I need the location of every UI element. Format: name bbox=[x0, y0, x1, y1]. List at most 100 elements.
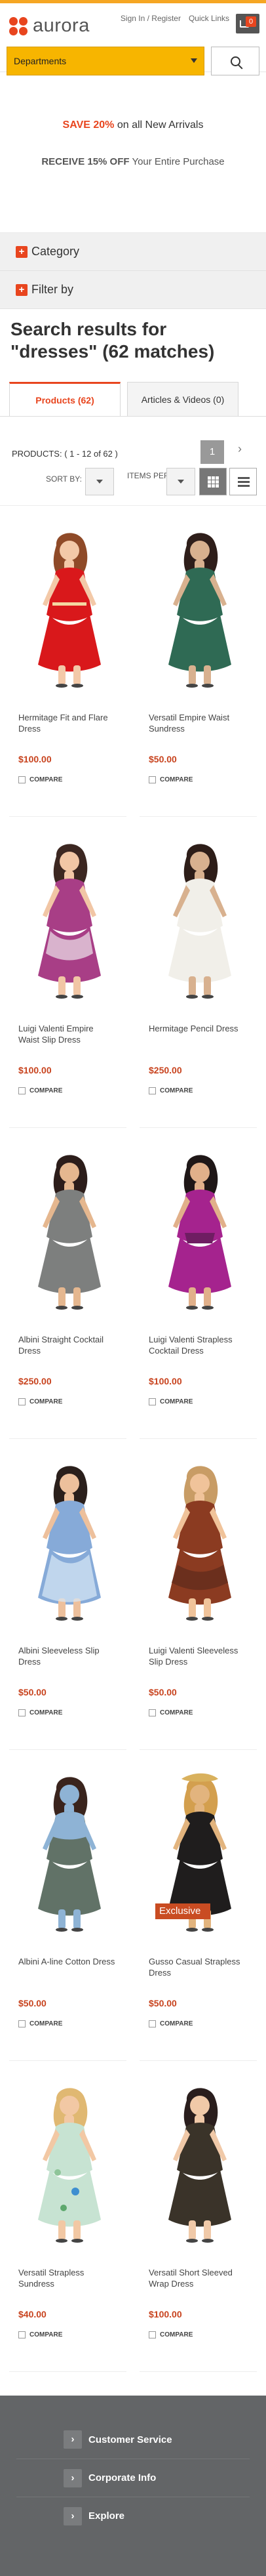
compare-checkbox[interactable]: COMPARE bbox=[18, 2020, 62, 2027]
category-filter-toggle[interactable]: + Category bbox=[0, 233, 266, 271]
product-card[interactable]: Versatil Short Sleeved Wrap Dress $100.00… bbox=[140, 2061, 257, 2372]
product-card[interactable]: Hermitage Pencil Dress $250.00 COMPARE bbox=[140, 817, 257, 1128]
product-name-link[interactable]: Versatil Empire Waist Sundress bbox=[149, 712, 247, 734]
product-name-link[interactable]: Versatil Short Sleeved Wrap Dress bbox=[149, 2267, 247, 2289]
checkbox-icon[interactable] bbox=[18, 2331, 26, 2338]
checkbox-icon[interactable] bbox=[149, 2020, 156, 2027]
product-name-link[interactable]: Versatil Strapless Sundress bbox=[18, 2267, 117, 2289]
checkbox-icon[interactable] bbox=[149, 1709, 156, 1716]
checkbox-icon[interactable] bbox=[18, 1709, 26, 1716]
product-image[interactable] bbox=[25, 2083, 114, 2243]
checkbox-icon[interactable] bbox=[149, 776, 156, 783]
product-model-image bbox=[168, 533, 231, 688]
product-card[interactable]: Luigi Valenti Strapless Cocktail Dress $1… bbox=[140, 1128, 257, 1439]
promo-entire-purchase[interactable]: RECEIVE 15% OFF Your Entire Purchase bbox=[0, 155, 266, 169]
footer-customer-service[interactable]: › Customer Service bbox=[16, 2420, 250, 2459]
compare-checkbox[interactable]: COMPARE bbox=[149, 1398, 193, 1405]
product-image[interactable] bbox=[155, 1461, 244, 1621]
plus-icon: + bbox=[16, 283, 28, 296]
tab-products[interactable]: Products (62) bbox=[9, 382, 121, 416]
footer-corporate-info-label: Corporate Info bbox=[88, 2472, 157, 2483]
items-per-page-select[interactable] bbox=[166, 468, 195, 495]
search-results-title: Search results for "dresses" (62 matches… bbox=[10, 319, 215, 362]
product-name-link[interactable]: Albini A-line Cotton Dress bbox=[18, 1956, 117, 1967]
product-name-link[interactable]: Luigi Valenti Empire Waist Slip Dress bbox=[18, 1023, 117, 1045]
product-model-image bbox=[168, 1155, 231, 1310]
product-name-link[interactable]: Luigi Valenti Strapless Cocktail Dress bbox=[149, 1334, 247, 1356]
product-image[interactable] bbox=[25, 1772, 114, 1932]
checkbox-icon[interactable] bbox=[149, 1398, 156, 1405]
sort-by-select[interactable] bbox=[85, 468, 114, 495]
product-image[interactable] bbox=[25, 839, 114, 999]
checkbox-icon[interactable] bbox=[18, 776, 26, 783]
product-grid: Hermitage Fit and Flare Dress $100.00 COMP… bbox=[0, 506, 266, 2372]
exclusive-badge: Exclusive bbox=[155, 1903, 210, 1919]
chevron-right-icon: › bbox=[64, 2430, 82, 2449]
plus-icon: + bbox=[16, 245, 28, 258]
promo-new-arrivals[interactable]: SAVE 20% on all New Arrivals bbox=[0, 118, 266, 133]
compare-checkbox[interactable]: COMPARE bbox=[18, 776, 62, 783]
chevron-right-icon: › bbox=[64, 2468, 82, 2487]
departments-dropdown[interactable]: Departments bbox=[7, 47, 204, 75]
compare-checkbox[interactable]: COMPARE bbox=[18, 1709, 62, 1716]
list-view-button[interactable] bbox=[229, 468, 257, 495]
tab-articles-videos[interactable]: Articles & Videos (0) bbox=[127, 382, 238, 416]
current-page-button[interactable]: 1 bbox=[200, 440, 224, 464]
results-toolbar: PRODUCTS: ( 1 - 12 of 62 ) 1 › SORT BY: … bbox=[0, 417, 266, 506]
compare-label: COMPARE bbox=[160, 2331, 193, 2338]
checkbox-icon[interactable] bbox=[149, 2331, 156, 2338]
chevron-right-icon[interactable]: › bbox=[238, 442, 242, 456]
product-name-link[interactable]: Hermitage Fit and Flare Dress bbox=[18, 712, 117, 734]
results-tabs: Products (62) Articles & Videos (0) bbox=[0, 363, 266, 417]
product-price: $50.00 bbox=[18, 1687, 47, 1697]
compare-label: COMPARE bbox=[160, 1398, 193, 1405]
product-card[interactable]: Versatil Empire Waist Sundress $50.00 COMP… bbox=[140, 506, 257, 817]
site-logo[interactable]: aurora bbox=[9, 15, 90, 37]
product-model-image bbox=[38, 1777, 101, 1932]
compare-checkbox[interactable]: COMPARE bbox=[18, 1398, 62, 1405]
shopping-cart-button[interactable]: 0 bbox=[236, 14, 259, 33]
product-card[interactable]: Albini Straight Cocktail Dress $250.00 COM… bbox=[9, 1128, 126, 1439]
filter-by-toggle[interactable]: + Filter by bbox=[0, 271, 266, 309]
product-image[interactable] bbox=[155, 528, 244, 688]
product-image[interactable]: Exclusive bbox=[155, 1772, 244, 1932]
product-image[interactable] bbox=[25, 528, 114, 688]
product-name-link[interactable]: Luigi Valenti Sleeveless Slip Dress bbox=[149, 1645, 247, 1667]
product-image[interactable] bbox=[25, 1461, 114, 1621]
product-card[interactable]: Luigi Valenti Empire Waist Slip Dress $10… bbox=[9, 817, 126, 1128]
product-name-link[interactable]: Gusso Casual Strapless Dress bbox=[149, 1956, 247, 1978]
product-name-link[interactable]: Albini Sleeveless Slip Dress bbox=[18, 1645, 117, 1667]
product-card[interactable]: Versatil Strapless Sundress $40.00 COMPARE bbox=[9, 2061, 126, 2372]
footer: › Customer Service › Corporate Info › Ex… bbox=[0, 2396, 266, 2576]
grid-view-button[interactable] bbox=[199, 468, 227, 495]
product-card[interactable]: Luigi Valenti Sleeveless Slip Dress $50.0… bbox=[140, 1439, 257, 1750]
product-image[interactable] bbox=[155, 1150, 244, 1310]
sign-in-register-link[interactable]: Sign In / Register bbox=[121, 14, 181, 23]
product-name-link[interactable]: Hermitage Pencil Dress bbox=[149, 1023, 247, 1034]
product-card[interactable]: Albini Sleeveless Slip Dress $50.00 COMPAR… bbox=[9, 1439, 126, 1750]
product-image[interactable] bbox=[155, 2083, 244, 2243]
compare-checkbox[interactable]: COMPARE bbox=[149, 2020, 193, 2027]
product-card[interactable]: Exclusive Gusso Casual Strapless Dress $50… bbox=[140, 1750, 257, 2061]
footer-corporate-info[interactable]: › Corporate Info bbox=[16, 2459, 250, 2497]
footer-explore[interactable]: › Explore bbox=[16, 2497, 250, 2535]
compare-checkbox[interactable]: COMPARE bbox=[149, 2331, 193, 2338]
compare-checkbox[interactable]: COMPARE bbox=[149, 776, 193, 783]
checkbox-icon[interactable] bbox=[18, 1398, 26, 1405]
footer-customer-service-label: Customer Service bbox=[88, 2434, 172, 2445]
checkbox-icon[interactable] bbox=[18, 2020, 26, 2027]
checkbox-icon[interactable] bbox=[149, 1087, 156, 1094]
product-image[interactable] bbox=[155, 839, 244, 999]
compare-checkbox[interactable]: COMPARE bbox=[18, 2331, 62, 2338]
product-name-link[interactable]: Albini Straight Cocktail Dress bbox=[18, 1334, 117, 1356]
compare-checkbox[interactable]: COMPARE bbox=[149, 1709, 193, 1716]
compare-checkbox[interactable]: COMPARE bbox=[149, 1087, 193, 1094]
quick-links-link[interactable]: Quick Links bbox=[189, 14, 229, 23]
product-image[interactable] bbox=[25, 1150, 114, 1310]
search-button[interactable] bbox=[211, 47, 259, 75]
checkbox-icon[interactable] bbox=[18, 1087, 26, 1094]
search-icon bbox=[230, 56, 240, 66]
product-card[interactable]: Albini A-line Cotton Dress $50.00 COMPARE bbox=[9, 1750, 126, 2061]
product-card[interactable]: Hermitage Fit and Flare Dress $100.00 COMP… bbox=[9, 506, 126, 817]
compare-checkbox[interactable]: COMPARE bbox=[18, 1087, 62, 1094]
